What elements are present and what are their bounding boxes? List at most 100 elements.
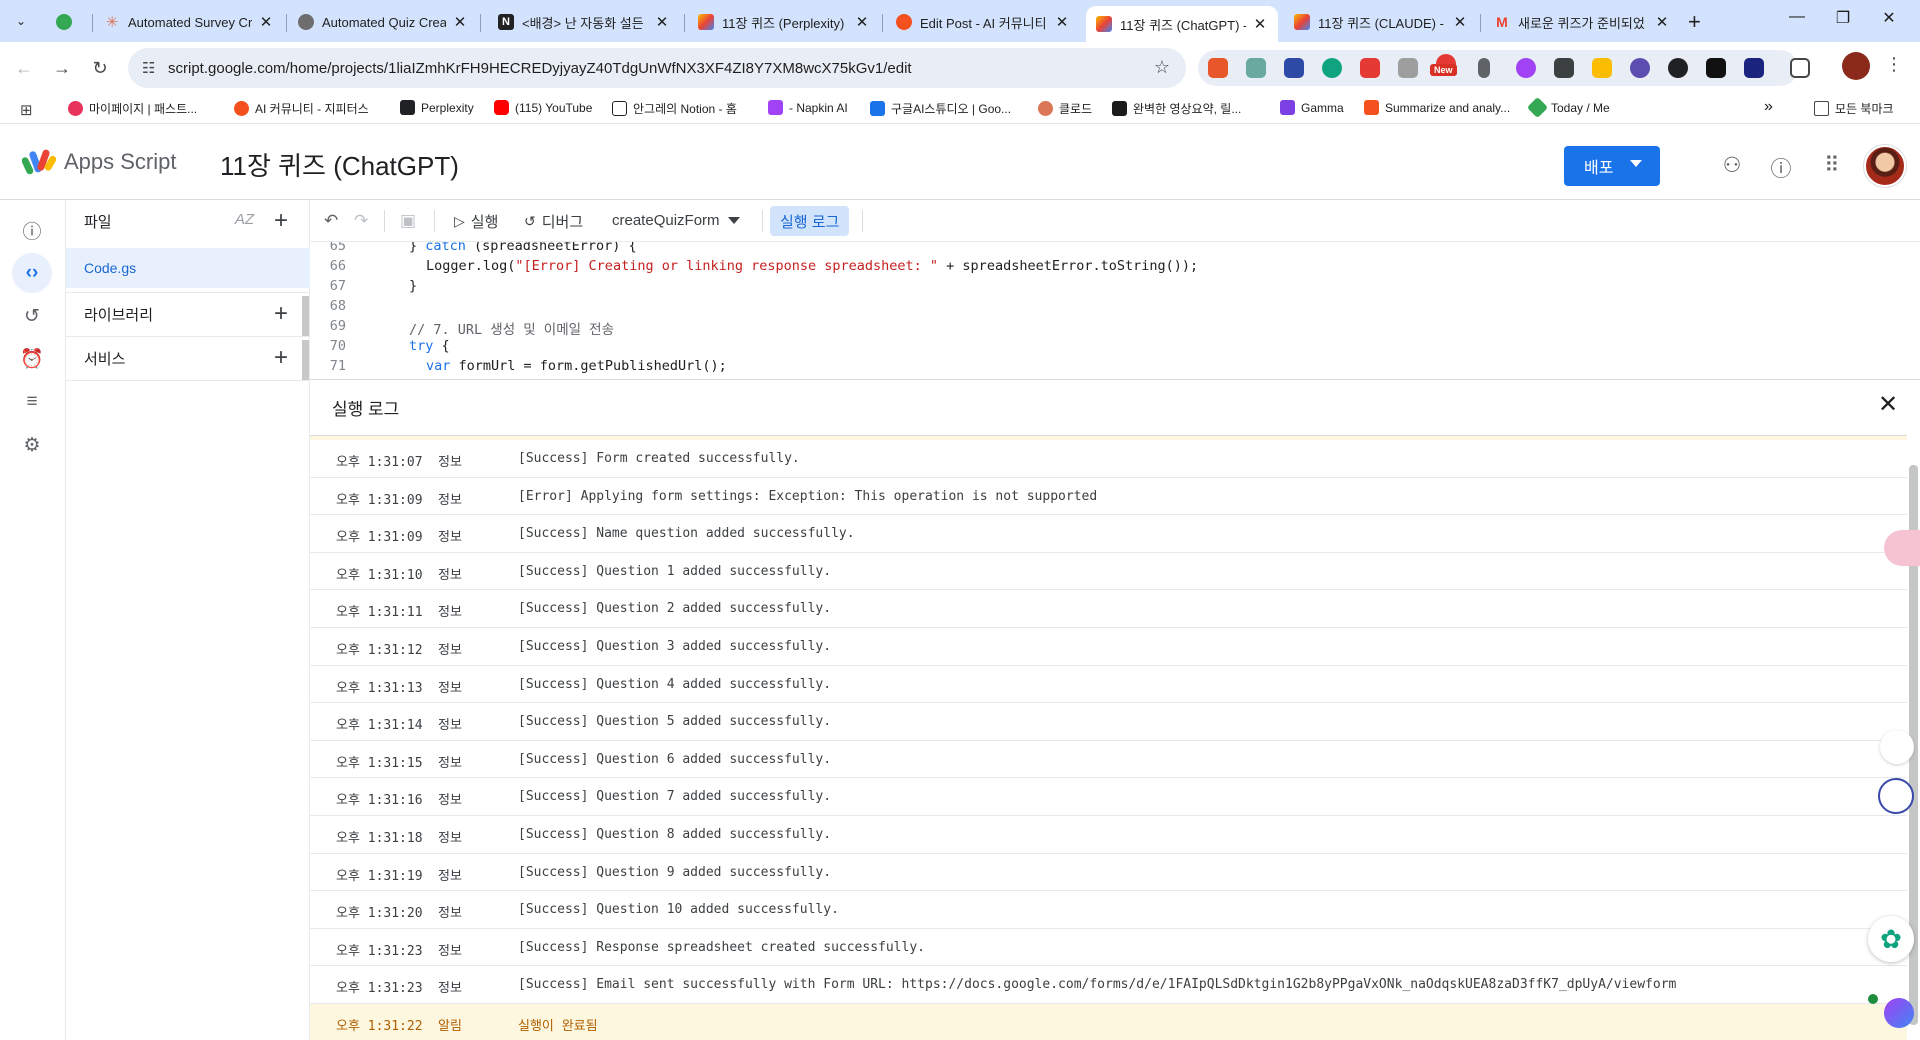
extension-icon[interactable]: [1516, 58, 1536, 78]
extension-icon[interactable]: [1284, 58, 1304, 78]
tab-notion-page[interactable]: N <배경> 난 자동화 설든 ✕: [488, 6, 680, 38]
extension-icon[interactable]: [1398, 58, 1418, 78]
tab-close-icon[interactable]: ✕: [854, 13, 870, 31]
tab-close-icon[interactable]: ✕: [1252, 15, 1268, 33]
help-icon[interactable]: ⓘ: [1767, 153, 1795, 183]
add-library-icon[interactable]: +: [274, 300, 288, 328]
bookmark-item[interactable]: Today / Me: [1526, 96, 1610, 119]
tab-close-icon[interactable]: ✕: [1452, 13, 1468, 31]
bookmark-item[interactable]: Perplexity: [400, 100, 474, 115]
assistant-widget-icon[interactable]: [1878, 778, 1914, 814]
extension-icon[interactable]: [1668, 58, 1688, 78]
run-button[interactable]: ▷ 실행: [454, 211, 498, 232]
microphone-icon[interactable]: [1478, 58, 1490, 78]
new-tab-button[interactable]: +: [1688, 9, 1701, 35]
triggers-alarm-icon[interactable]: ⏰: [12, 339, 52, 379]
chatgpt-extension-icon[interactable]: [1322, 58, 1342, 78]
bookmarks-overflow-button[interactable]: »: [1764, 98, 1773, 116]
add-service-icon[interactable]: +: [274, 344, 288, 372]
extension-icon[interactable]: [1706, 58, 1726, 78]
bookmark-item[interactable]: 안그레의 Notion - 홈: [612, 100, 737, 117]
close-icon[interactable]: ✕: [1878, 390, 1898, 419]
extension-icon[interactable]: [1208, 58, 1228, 78]
services-section[interactable]: 서비스 +: [66, 338, 310, 378]
address-bar[interactable]: ☷ script.google.com/home/projects/1liaIZ…: [128, 48, 1186, 88]
bookmark-item[interactable]: 구글AI스튜디오 | Goo...: [870, 100, 1011, 117]
bookmark-item[interactable]: 클로드: [1038, 100, 1092, 117]
files-scrollbar[interactable]: [302, 340, 309, 380]
tab-close-icon[interactable]: ✕: [654, 13, 670, 31]
log-level: 정보: [438, 605, 462, 621]
bookmark-item[interactable]: (115) YouTube: [494, 100, 592, 115]
libraries-section[interactable]: 라이브러리 +: [66, 294, 310, 334]
tab-close-icon[interactable]: ✕: [1054, 13, 1070, 31]
tab-search-button[interactable]: ⌄: [8, 8, 34, 34]
extension-icon[interactable]: [1744, 58, 1764, 78]
extensions-puzzle-icon[interactable]: [1790, 58, 1810, 78]
browser-menu-icon[interactable]: ⋮: [1885, 54, 1903, 75]
function-select[interactable]: createQuizForm: [612, 212, 740, 229]
bookmark-item[interactable]: - Napkin AI: [768, 100, 848, 115]
profile-avatar[interactable]: [1842, 52, 1870, 80]
bookmark-star-icon[interactable]: ☆: [1154, 57, 1170, 78]
bookmark-item[interactable]: Gamma: [1280, 100, 1344, 115]
undo-icon[interactable]: ↶: [324, 211, 338, 231]
forward-icon[interactable]: →: [48, 54, 76, 82]
debug-button[interactable]: ↺ 디버그: [524, 211, 583, 232]
tab-automated-survey[interactable]: ✳ Automated Survey Cre ✕: [94, 6, 284, 38]
execution-log-toggle[interactable]: 실행 로그: [770, 206, 850, 236]
bookmark-item[interactable]: AI 커뮤니티 - 지피터스: [234, 100, 369, 117]
overview-info-icon[interactable]: ⓘ: [12, 210, 52, 250]
minimize-icon[interactable]: —: [1774, 8, 1820, 26]
save-icon[interactable]: ▣: [400, 211, 416, 231]
add-file-icon[interactable]: +: [274, 207, 288, 235]
bookmark-item[interactable]: 완벽한 영상요약, 릴...: [1112, 100, 1241, 117]
tab-gmail[interactable]: M 새로운 퀴즈가 준비되었 ✕: [1484, 6, 1680, 38]
tab-close-icon[interactable]: ✕: [452, 13, 468, 31]
share-add-person-icon[interactable]: ⚇: [1718, 153, 1746, 178]
code-editor[interactable]: 65 } catch (spreadsheetError) { 66 Logge…: [310, 242, 1920, 379]
deploy-button[interactable]: 배포: [1564, 146, 1660, 186]
tab-automated-quiz[interactable]: Automated Quiz Creat ✕: [288, 6, 478, 38]
translate-widget-icon[interactable]: [1884, 530, 1920, 566]
chatgpt-widget-icon[interactable]: ✿: [1868, 916, 1914, 962]
all-bookmarks-folder[interactable]: 모든 북마크: [1814, 100, 1894, 117]
tab-quiz-claude[interactable]: 11장 퀴즈 (CLAUDE) - ✕: [1284, 6, 1478, 38]
google-apps-icon[interactable]: ⠿: [1818, 153, 1846, 178]
tab-close-icon[interactable]: ✕: [1654, 13, 1670, 31]
extension-icon[interactable]: [1554, 58, 1574, 78]
reload-icon[interactable]: ↻: [86, 54, 114, 82]
bookmark-item[interactable]: 마이페이지 | 패스트...: [68, 100, 197, 117]
redo-icon[interactable]: ↷: [354, 211, 368, 231]
settings-gear-icon[interactable]: ⚙: [12, 425, 52, 465]
log-message: [Error] Applying form settings: Exceptio…: [518, 488, 1098, 504]
project-title[interactable]: 11장 퀴즈 (ChatGPT): [220, 146, 459, 183]
site-info-icon[interactable]: ☷: [142, 59, 155, 77]
tab-quiz-chatgpt-active[interactable]: 11장 퀴즈 (ChatGPT) - ✕: [1086, 6, 1278, 42]
extension-icon[interactable]: [1592, 58, 1612, 78]
files-header: 파일 AZ +: [84, 207, 288, 235]
bookmark-item[interactable]: Summarize and analy...: [1364, 100, 1510, 115]
executions-list-icon[interactable]: ≡: [12, 382, 52, 422]
editor-code-icon[interactable]: ‹›: [12, 253, 52, 293]
apps-grid-icon[interactable]: ⊞: [20, 101, 33, 119]
restore-icon[interactable]: ❐: [1820, 8, 1866, 28]
extension-icon[interactable]: [1246, 58, 1266, 78]
extension-icon[interactable]: [1630, 58, 1650, 78]
files-scrollbar[interactable]: [302, 296, 309, 336]
tab-pinned[interactable]: [46, 6, 90, 38]
side-widget-icon[interactable]: [1880, 730, 1914, 764]
ai-widget-icon[interactable]: [1884, 998, 1914, 1028]
tab-close-icon[interactable]: ✕: [258, 13, 274, 31]
window-close-icon[interactable]: ✕: [1866, 8, 1912, 28]
file-code-gs[interactable]: Code.gs: [66, 248, 310, 288]
log-row: 오후 1:31:09 정보 [Success] Name question adde…: [310, 515, 1907, 553]
tab-quiz-perplexity[interactable]: 11장 퀴즈 (Perplexity) ✕: [688, 6, 880, 38]
account-avatar[interactable]: [1864, 145, 1906, 187]
tab-edit-post[interactable]: Edit Post - AI 커뮤니티 ✕: [886, 6, 1080, 38]
extension-icon[interactable]: [1360, 58, 1380, 78]
sort-az-icon[interactable]: AZ: [235, 211, 254, 228]
history-icon[interactable]: ↺: [12, 296, 52, 336]
back-icon[interactable]: ←: [10, 54, 38, 82]
product-name[interactable]: Apps Script: [64, 149, 177, 175]
